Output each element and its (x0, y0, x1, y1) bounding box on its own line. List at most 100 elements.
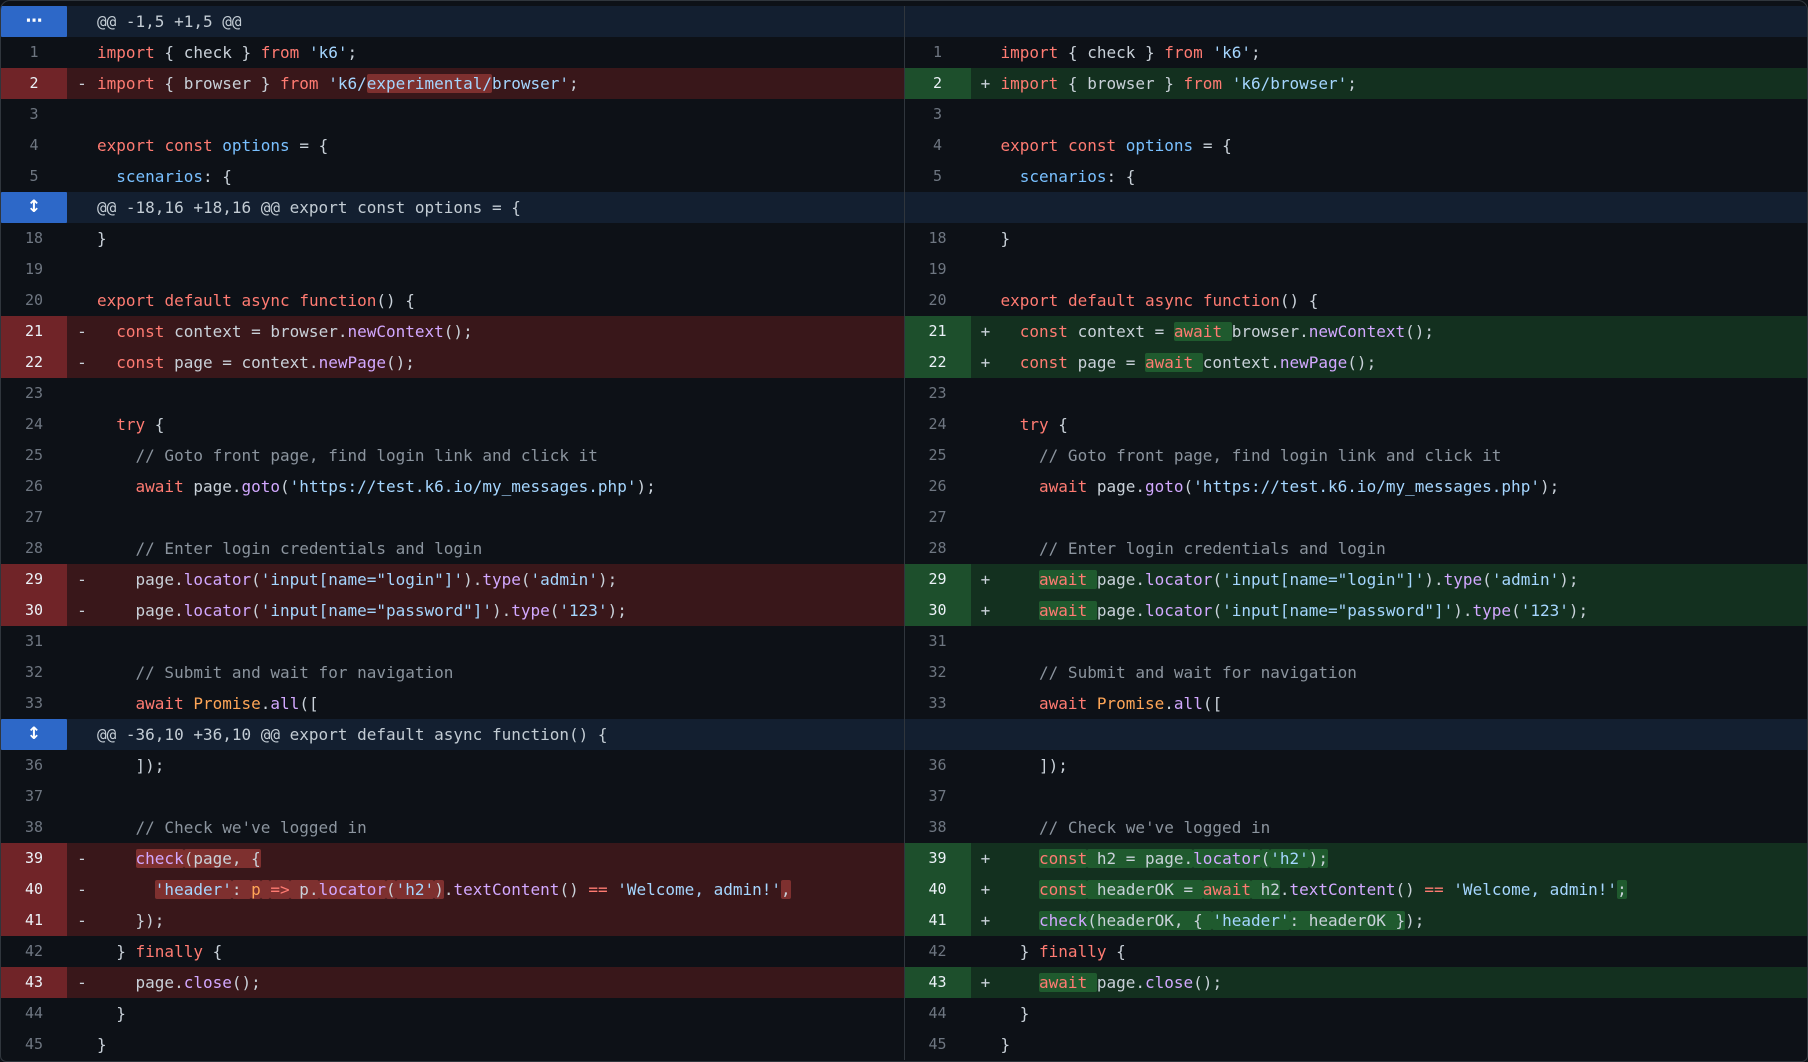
line-number[interactable]: 4 (905, 130, 971, 161)
code-token (97, 880, 155, 899)
line-number[interactable]: 37 (1, 781, 67, 812)
line-number[interactable]: 5 (1, 161, 67, 192)
line-number[interactable]: 19 (1, 254, 67, 285)
line-number[interactable]: 45 (905, 1029, 971, 1060)
expand-hunk-button[interactable]: ⋯ (1, 6, 67, 37)
line-number[interactable]: 5 (905, 161, 971, 192)
line-number[interactable]: 23 (1, 378, 67, 409)
line-number[interactable]: 40 (1, 874, 67, 905)
line-number[interactable]: 24 (905, 409, 971, 440)
line-number[interactable]: 26 (1, 471, 67, 502)
diff-row: 20export default async function() {20exp… (1, 285, 1807, 316)
diff-sign: + (971, 874, 1001, 905)
line-number[interactable]: 43 (905, 967, 971, 998)
code-token: ); (608, 601, 627, 620)
code-line: ]); (97, 750, 904, 781)
left-context-line: 24 try { (1, 409, 904, 440)
right-context-line: 20export default async function() { (904, 285, 1808, 316)
line-number[interactable]: 1 (905, 37, 971, 68)
line-number[interactable]: 39 (1, 843, 67, 874)
line-number[interactable]: 41 (905, 905, 971, 936)
line-number[interactable]: 20 (905, 285, 971, 316)
line-number[interactable]: 3 (1, 99, 67, 130)
line-number[interactable]: 26 (905, 471, 971, 502)
line-number[interactable]: 42 (1, 936, 67, 967)
code-token: ); (1540, 477, 1559, 496)
line-number[interactable]: 24 (1, 409, 67, 440)
line-number[interactable]: 2 (1, 68, 67, 99)
line-number[interactable]: 22 (1, 347, 67, 378)
right-added-line: 39+ const h2 = page.locator('h2'); (904, 843, 1808, 874)
left-context-line: 18} (1, 223, 904, 254)
line-number[interactable]: 33 (905, 688, 971, 719)
line-number[interactable]: 43 (1, 967, 67, 998)
code-token: const (1039, 849, 1087, 868)
code-token (1001, 415, 1020, 434)
line-number[interactable]: 27 (905, 502, 971, 533)
line-number[interactable]: 31 (905, 626, 971, 657)
line-number[interactable]: 40 (905, 874, 971, 905)
line-number[interactable]: 20 (1, 285, 67, 316)
code-token: ); (1309, 849, 1328, 868)
code-token (184, 694, 194, 713)
line-number[interactable]: 32 (1, 657, 67, 688)
line-number[interactable]: 3 (905, 99, 971, 130)
line-number[interactable]: 18 (1, 223, 67, 254)
line-number[interactable]: 36 (905, 750, 971, 781)
line-number[interactable]: 25 (905, 440, 971, 471)
diff-sign: - (67, 316, 97, 347)
expand-hunk-button[interactable]: ↕ (1, 192, 67, 223)
line-number[interactable]: 22 (905, 347, 971, 378)
code-token: headerOK = (1087, 880, 1203, 899)
line-number[interactable]: 39 (905, 843, 971, 874)
line-number[interactable]: 41 (1, 905, 67, 936)
line-number[interactable]: 2 (905, 68, 971, 99)
code-token: 'admin' (1492, 570, 1559, 589)
code-line: } (97, 223, 904, 254)
diff-row: 38 // Check we've logged in38 // Check w… (1, 812, 1807, 843)
code-token: page. (1087, 477, 1145, 496)
line-number[interactable]: 27 (1, 502, 67, 533)
code-token: const (116, 353, 164, 372)
line-number[interactable]: 28 (905, 533, 971, 564)
line-number[interactable]: 32 (905, 657, 971, 688)
diff-row: 5 scenarios: {5 scenarios: { (1, 161, 1807, 192)
line-number[interactable]: 33 (1, 688, 67, 719)
line-number[interactable]: 36 (1, 750, 67, 781)
line-number[interactable]: 21 (905, 316, 971, 347)
line-number[interactable]: 4 (1, 130, 67, 161)
code-line: // Enter login credentials and login (97, 533, 904, 564)
line-number[interactable]: 29 (1, 564, 67, 595)
right-context-line: 25 // Goto front page, find login link a… (904, 440, 1808, 471)
code-token (1001, 818, 1040, 837)
diff-row: 1919 (1, 254, 1807, 285)
line-number[interactable]: 25 (1, 440, 67, 471)
code-token: ([ (299, 694, 318, 713)
right-context-line: 3 (904, 99, 1808, 130)
line-number[interactable]: 28 (1, 533, 67, 564)
code-token: locator (1145, 601, 1212, 620)
line-number[interactable]: 30 (905, 595, 971, 626)
code-line: await page.locator('input[name="password… (1001, 595, 1808, 626)
diff-sign: - (67, 905, 97, 936)
line-number[interactable]: 38 (905, 812, 971, 843)
line-number[interactable]: 30 (1, 595, 67, 626)
line-number[interactable]: 45 (1, 1029, 67, 1060)
line-number[interactable]: 38 (1, 812, 67, 843)
code-line (1001, 781, 1808, 812)
line-number[interactable]: 44 (1, 998, 67, 1029)
line-number[interactable]: 18 (905, 223, 971, 254)
line-number[interactable]: 31 (1, 626, 67, 657)
line-number[interactable]: 23 (905, 378, 971, 409)
line-number[interactable]: 19 (905, 254, 971, 285)
line-number[interactable]: 37 (905, 781, 971, 812)
line-number[interactable]: 21 (1, 316, 67, 347)
code-token (1001, 880, 1040, 899)
line-number[interactable]: 1 (1, 37, 67, 68)
code-token: from (261, 43, 300, 62)
line-number[interactable]: 42 (905, 936, 971, 967)
line-number[interactable]: 29 (905, 564, 971, 595)
expand-hunk-button[interactable]: ↕ (1, 719, 67, 750)
diff-row: 44 }44 } (1, 998, 1807, 1029)
line-number[interactable]: 44 (905, 998, 971, 1029)
